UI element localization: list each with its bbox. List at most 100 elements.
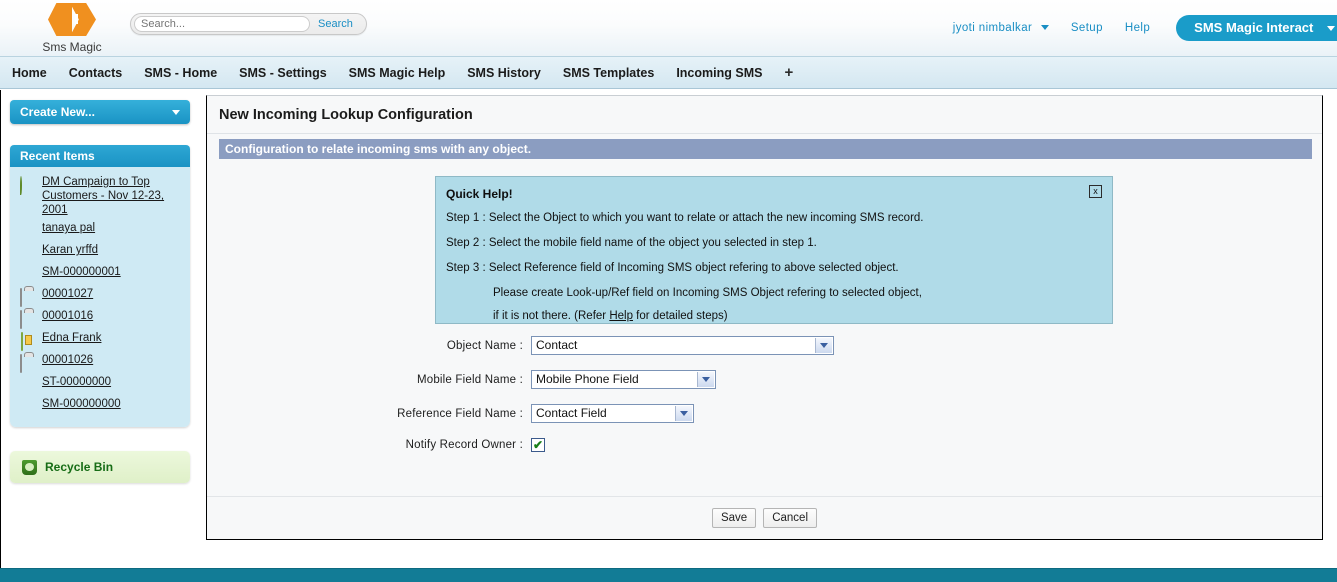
list-item-label[interactable]: Karan yrffd [42,243,98,257]
list-item[interactable]: Karan yrffd [10,241,190,263]
quick-help-title: Quick Help! [446,187,513,201]
notify-record-owner-checkbox[interactable]: ✔ [531,438,545,452]
sms-icon [20,399,36,415]
mobile-field-value: Mobile Phone Field [536,372,639,386]
mobile-field-label: Mobile Field Name : [416,373,523,386]
quick-help-panel: x Quick Help! Step 1 : Select the Object… [435,176,1113,324]
reference-field-label: Reference Field Name : [397,407,523,420]
quick-help-step-3-prefix: if it is not there. (Refer [493,310,610,322]
app-switcher[interactable]: SMS Magic Interact [1176,15,1337,41]
list-item[interactable]: DM Campaign to Top Customers - Nov 12-23… [10,173,190,219]
save-button[interactable]: Save [711,508,757,528]
campaign-icon [20,176,36,195]
app-switcher-label: SMS Magic Interact [1194,20,1314,35]
chevron-down-icon [172,110,180,115]
section-header: Configuration to relate incoming sms wit… [219,139,1312,159]
checkmark-icon: ✔ [532,438,544,452]
body-area: Create New... Recent Items DM Campaign t… [0,90,1337,550]
tab-sms-templates[interactable]: SMS Templates [563,66,654,80]
close-icon[interactable]: x [1089,185,1102,198]
case-icon [20,310,36,329]
sidebar: Create New... Recent Items DM Campaign t… [10,100,190,483]
search-input[interactable] [134,16,310,32]
case-icon [20,354,36,373]
chevron-down-icon [1040,25,1049,31]
tab-contacts[interactable]: Contacts [69,66,122,80]
list-item-label[interactable]: tanaya pal [42,221,95,235]
page-left-border [0,90,1,568]
setup-link[interactable]: Setup [1071,22,1103,34]
list-item[interactable]: 00001026 [10,351,190,373]
list-item[interactable]: Edna Frank [10,329,190,351]
recent-items-header: Recent Items [10,145,190,167]
cancel-button[interactable]: Cancel [763,508,818,528]
global-search[interactable]: Search [130,13,367,35]
recycle-bin-label: Recycle Bin [45,460,114,474]
chevron-down-icon[interactable] [697,372,714,387]
app-logo[interactable]: Sms Magic [24,1,120,55]
contact-icon [20,223,36,239]
form-row-notify-owner: Notify Record Owner : ✔ [219,438,1309,452]
case-icon [20,288,36,307]
create-new-label: Create New... [20,105,95,119]
form-row-object-name: Object Name : Contact [219,336,1309,355]
logo-text: Sms Magic [42,40,102,54]
list-item[interactable]: ST-00000000 [10,373,190,395]
create-new-button[interactable]: Create New... [10,100,190,124]
list-item-label[interactable]: 00001016 [42,309,93,323]
sms-icon [20,267,36,283]
recent-items-panel: Recent Items DM Campaign to Top Customer… [10,145,190,427]
user-menu[interactable]: jyoti nimbalkar [953,22,1049,34]
quick-help-step-2: Step 2 : Select the mobile field name of… [446,237,817,249]
reference-field-select[interactable]: Contact Field [531,404,694,423]
form-actions: Save Cancel [207,496,1322,539]
list-item[interactable]: tanaya pal [10,219,190,241]
reference-field-value: Contact Field [536,406,607,420]
tab-sms-history[interactable]: SMS History [467,66,541,80]
quick-help-step-3: Step 3 : Select Reference field of Incom… [446,262,899,274]
recycle-bin-icon [22,459,37,475]
list-item[interactable]: SM-000000000 [10,395,190,417]
tab-incoming-sms[interactable]: Incoming SMS [676,66,762,80]
recent-items-list: DM Campaign to Top Customers - Nov 12-23… [10,167,190,427]
user-name-label: jyoti nimbalkar [952,22,1033,34]
configuration-form: Object Name : Contact Mobile Field Name … [219,336,1309,467]
navigation-tabs: Home Contacts SMS - Home SMS - Settings … [0,57,1337,89]
list-item[interactable]: SM-000000001 [10,263,190,285]
list-item-label[interactable]: Edna Frank [42,331,101,345]
list-item[interactable]: 00001027 [10,285,190,307]
tab-sms-magic-help[interactable]: SMS Magic Help [349,66,446,80]
list-item-label[interactable]: 00001027 [42,287,93,301]
list-item-label[interactable]: SM-000000000 [42,397,121,411]
quick-help-link[interactable]: Help [609,310,633,322]
top-header: Sms Magic Search jyoti nimbalkar Setup H… [0,0,1337,57]
list-item[interactable]: 00001016 [10,307,190,329]
help-link[interactable]: Help [1125,22,1150,34]
object-name-select[interactable]: Contact [531,336,834,355]
list-item-label[interactable]: ST-00000000 [42,375,111,389]
main-panel: New Incoming Lookup Configuration Config… [206,95,1323,540]
add-tab-button[interactable]: + [784,64,793,81]
object-name-value: Contact [536,338,578,352]
header-links: jyoti nimbalkar Setup Help SMS Magic Int… [953,15,1337,41]
search-button[interactable]: Search [318,18,353,30]
chevron-down-icon[interactable] [815,338,832,353]
list-item-label[interactable]: DM Campaign to Top Customers - Nov 12-23… [42,175,184,217]
tab-sms-settings[interactable]: SMS - Settings [239,66,327,80]
tab-home[interactable]: Home [12,66,47,80]
recycle-bin-button[interactable]: Recycle Bin [10,451,190,483]
quick-help-step-3-suffix: for detailed steps) [632,310,728,322]
mobile-field-select[interactable]: Mobile Phone Field [531,370,716,389]
page-title: New Incoming Lookup Configuration [207,96,1322,134]
object-name-label: Object Name : [446,339,523,352]
sms-icon [20,377,36,393]
quick-help-step-3-line-3: if it is not there. (Refer Help for deta… [493,309,1100,323]
form-row-reference-field: Reference Field Name : Contact Field [219,404,1309,423]
list-item-label[interactable]: SM-000000001 [42,265,121,279]
chevron-down-icon[interactable] [675,406,692,421]
lead-icon [20,332,36,351]
list-item-label[interactable]: 00001026 [42,353,93,367]
quick-help-step-1: Step 1 : Select the Object to which you … [446,212,924,224]
sms-magic-logo-icon [46,1,98,39]
tab-sms-home[interactable]: SMS - Home [144,66,217,80]
